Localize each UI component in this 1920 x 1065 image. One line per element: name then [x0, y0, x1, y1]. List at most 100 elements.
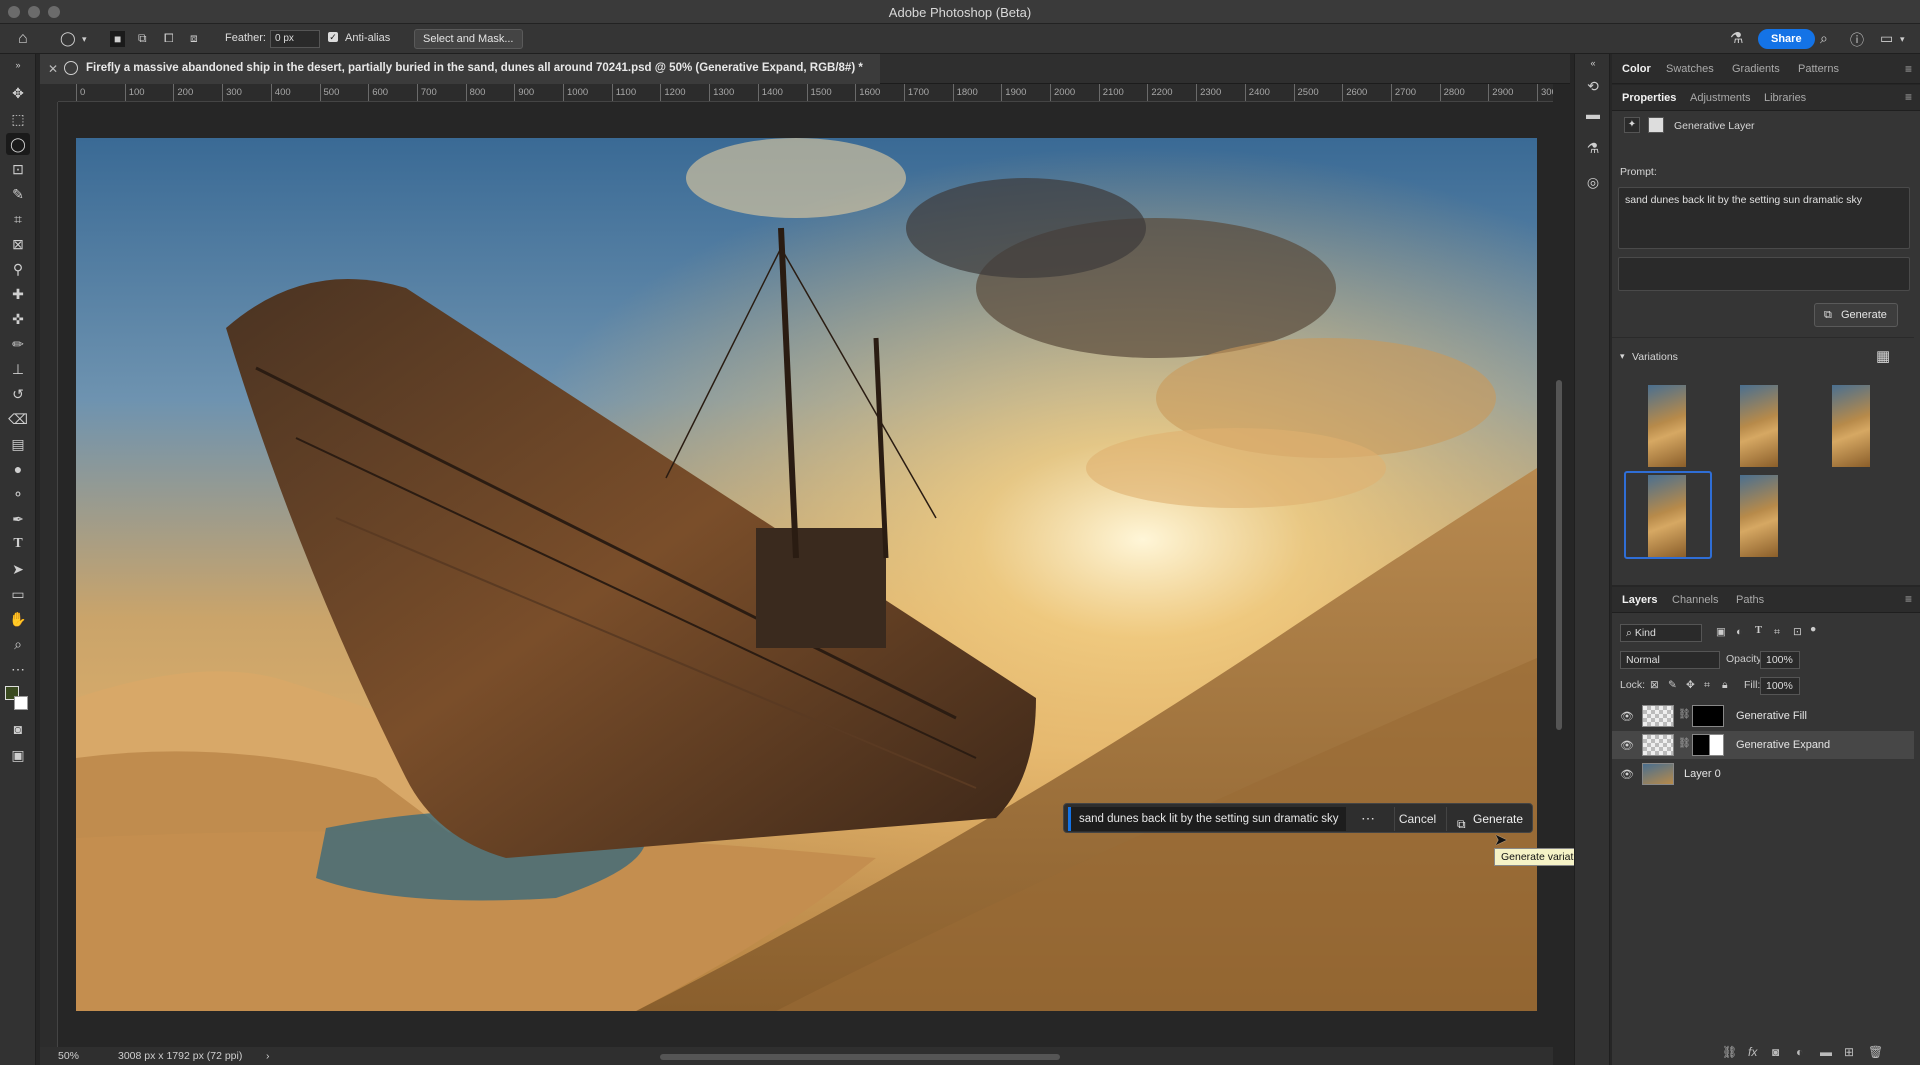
- new-selection-icon[interactable]: ■: [110, 31, 126, 47]
- tab-layers[interactable]: Layers: [1622, 594, 1657, 606]
- new-layer-icon[interactable]: ⊞: [1844, 1045, 1854, 1059]
- tab-gradients[interactable]: Gradients: [1732, 63, 1780, 75]
- more-options-icon[interactable]: ⋯: [1356, 807, 1380, 831]
- add-mask-icon[interactable]: ◙: [1772, 1045, 1779, 1059]
- tab-libraries[interactable]: Libraries: [1764, 92, 1806, 104]
- blur-tool-icon[interactable]: ●: [6, 458, 30, 480]
- status-chevron-icon[interactable]: ›: [266, 1050, 270, 1062]
- object-select-tool-icon[interactable]: ⊡: [6, 158, 30, 180]
- layer-row[interactable]: 👁︎ Layer 0: [1612, 760, 1914, 788]
- firefly-icon[interactable]: ◎: [1583, 172, 1603, 192]
- share-button[interactable]: Share: [1758, 29, 1815, 49]
- tab-swatches[interactable]: Swatches: [1666, 63, 1714, 75]
- tab-color[interactable]: Color: [1622, 63, 1651, 75]
- tab-patterns[interactable]: Patterns: [1798, 63, 1839, 75]
- select-and-mask-button[interactable]: Select and Mask...: [414, 29, 523, 49]
- collapse-panels-icon[interactable]: «: [1583, 58, 1603, 68]
- brush-tool-icon[interactable]: ✏: [6, 333, 30, 355]
- history-icon[interactable]: ⟲: [1583, 76, 1603, 96]
- variation-thumb-2[interactable]: [1740, 385, 1778, 467]
- layer-mask-thumbnail[interactable]: [1692, 705, 1724, 727]
- variation-thumb-5[interactable]: [1740, 475, 1778, 557]
- antialias-checkbox[interactable]: ✓: [328, 32, 338, 42]
- tab-adjustments[interactable]: Adjustments: [1690, 92, 1751, 104]
- quick-select-tool-icon[interactable]: ✎: [6, 183, 30, 205]
- kind-filter[interactable]: ⌕ Kind: [1620, 624, 1702, 642]
- comments-icon[interactable]: ▬: [1583, 104, 1603, 124]
- blend-mode-select[interactable]: Normal: [1620, 651, 1720, 669]
- prompt-textarea[interactable]: sand dunes back lit by the setting sun d…: [1618, 187, 1910, 249]
- zoom-tool-icon[interactable]: ⌕: [6, 633, 30, 655]
- filter-smart-icon[interactable]: ⊡: [1793, 626, 1802, 638]
- eyedropper-tool-icon[interactable]: ⚲: [6, 258, 30, 280]
- adjustment-layer-icon[interactable]: ◐: [1796, 1045, 1803, 1059]
- filter-pixel-icon[interactable]: ▣: [1716, 626, 1726, 638]
- new-group-icon[interactable]: ▬: [1820, 1045, 1832, 1059]
- add-selection-icon[interactable]: ⧉: [138, 31, 147, 46]
- tab-channels[interactable]: Channels: [1672, 594, 1718, 606]
- spot-healing-tool-icon[interactable]: ✚: [6, 283, 30, 305]
- help-icon[interactable]: ⓘ: [1850, 30, 1864, 50]
- flask-icon[interactable]: ⚗: [1583, 138, 1603, 158]
- chevron-down-icon[interactable]: ▾: [1620, 351, 1625, 362]
- chevron-down-icon[interactable]: ▾: [82, 34, 87, 45]
- document-tab[interactable]: ✕ Firefly a massive abandoned ship in th…: [40, 54, 880, 84]
- fill-input[interactable]: 100%: [1760, 677, 1800, 695]
- visibility-eye-icon[interactable]: 👁︎: [1620, 739, 1634, 752]
- close-tab-icon[interactable]: ✕: [48, 62, 58, 76]
- delete-layer-icon[interactable]: 🗑︎: [1868, 1045, 1883, 1059]
- clone-stamp-icon[interactable]: ⊥: [6, 358, 30, 380]
- grid-view-icon[interactable]: ▦: [1876, 347, 1890, 365]
- generate-button[interactable]: ⧉ Generate: [1446, 807, 1530, 831]
- quick-mask-icon[interactable]: ◙: [6, 718, 30, 740]
- generative-prompt-input[interactable]: sand dunes back lit by the setting sun d…: [1068, 807, 1346, 831]
- visibility-eye-icon[interactable]: 👁︎: [1620, 710, 1634, 723]
- layer-row[interactable]: 👁︎ ⛓︎ Generative Fill: [1612, 702, 1914, 730]
- variation-thumb-1[interactable]: [1648, 385, 1686, 467]
- tab-properties[interactable]: Properties: [1622, 92, 1676, 104]
- gradient-tool-icon[interactable]: ▤: [6, 433, 30, 455]
- opacity-input[interactable]: 100%: [1760, 651, 1800, 669]
- subtract-selection-icon[interactable]: ⧠: [164, 31, 174, 46]
- fx-icon[interactable]: fx: [1748, 1045, 1757, 1059]
- search-icon[interactable]: ⌕: [1820, 30, 1828, 47]
- pen-tool-icon[interactable]: ✒: [6, 508, 30, 530]
- marquee-tool-icon[interactable]: ⬚: [6, 108, 30, 130]
- feather-input[interactable]: 0 px: [270, 30, 320, 48]
- filter-adjustment-icon[interactable]: ◐: [1736, 626, 1742, 638]
- lock-artboard-icon[interactable]: ⌗: [1704, 679, 1710, 692]
- horizontal-scrollbar[interactable]: [660, 1054, 1060, 1060]
- type-tool-icon[interactable]: T: [6, 533, 30, 555]
- link-icon[interactable]: ⛓︎: [1678, 738, 1691, 749]
- edit-toolbar-icon[interactable]: ⋯: [6, 658, 30, 680]
- hand-tool-icon[interactable]: ✋: [6, 608, 30, 630]
- panel-menu-icon[interactable]: ≡: [1905, 592, 1912, 606]
- flask-icon[interactable]: ⚗: [1730, 29, 1743, 47]
- healing-brush-icon[interactable]: ✜: [6, 308, 30, 330]
- panel-menu-icon[interactable]: ≡: [1905, 90, 1912, 104]
- eraser-tool-icon[interactable]: ⌫: [6, 408, 30, 430]
- lock-image-icon[interactable]: ✎: [1668, 679, 1677, 691]
- lasso-tool-icon[interactable]: ◯: [60, 30, 76, 47]
- filter-toggle-icon[interactable]: ●: [1810, 623, 1816, 635]
- layer-row[interactable]: 👁︎ ⛓︎ Generative Expand: [1612, 731, 1914, 759]
- lock-all-icon[interactable]: 🔒︎: [1722, 679, 1728, 692]
- screen-mode-icon[interactable]: ▣: [6, 744, 30, 766]
- lasso-tool-icon[interactable]: ◯: [6, 133, 30, 155]
- link-icon[interactable]: ⛓︎: [1678, 709, 1691, 720]
- visibility-eye-icon[interactable]: 👁︎: [1620, 768, 1634, 781]
- background-color-swatch[interactable]: [14, 696, 28, 710]
- document-image[interactable]: [76, 138, 1537, 1011]
- filter-type-icon[interactable]: T: [1755, 625, 1762, 636]
- vertical-scrollbar[interactable]: [1556, 380, 1562, 730]
- workspace-icon[interactable]: ▭: [1880, 30, 1893, 47]
- lock-transparent-icon[interactable]: ⊠: [1650, 679, 1659, 691]
- canvas-area[interactable]: [58, 102, 1553, 1047]
- filter-shape-icon[interactable]: ⌗: [1774, 626, 1780, 639]
- variation-thumb-3[interactable]: [1832, 385, 1870, 467]
- layer-mask-thumbnail[interactable]: [1692, 734, 1724, 756]
- home-icon[interactable]: ⌂: [18, 30, 28, 48]
- history-brush-icon[interactable]: ↺: [6, 383, 30, 405]
- path-select-icon[interactable]: ➤: [6, 558, 30, 580]
- link-layers-icon[interactable]: ⛓︎: [1722, 1045, 1737, 1059]
